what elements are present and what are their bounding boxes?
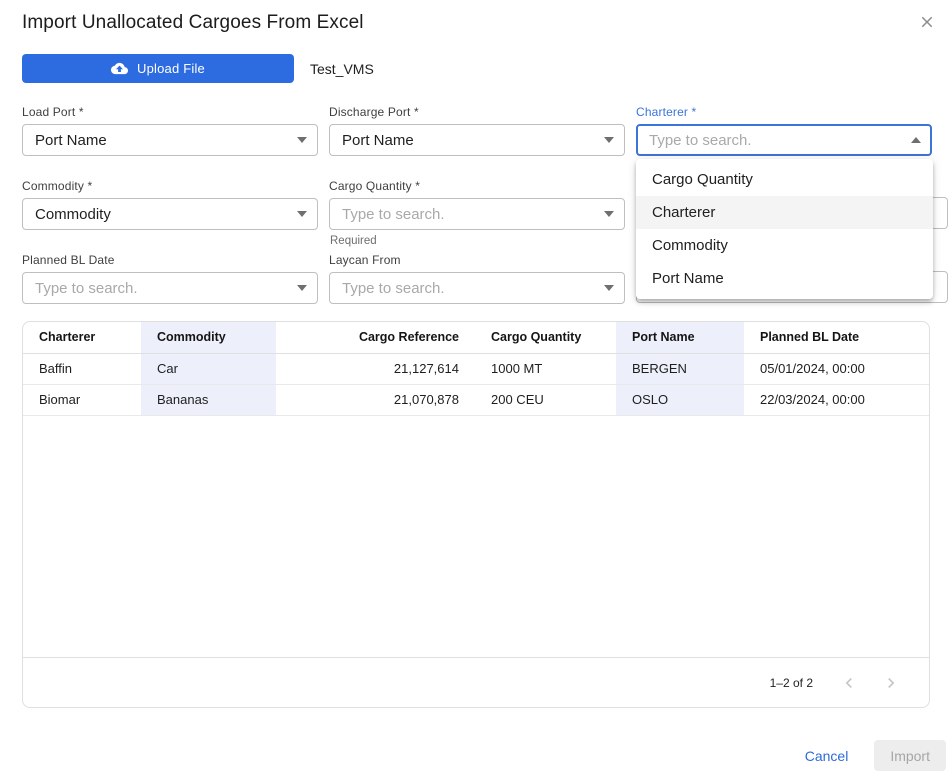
pagination-range-label: 1–2 of 2 [770, 676, 813, 690]
cell-cargo-quantity: 200 CEU [475, 384, 616, 415]
discharge-port-select[interactable] [329, 124, 625, 156]
laycan-from-label: Laycan From [329, 253, 625, 267]
previous-page-button[interactable] [835, 669, 863, 697]
chevron-down-icon[interactable] [604, 211, 614, 217]
table-row[interactable]: Biomar Bananas 21,070,878 200 CEU OSLO 2… [23, 384, 929, 415]
chevron-right-icon [881, 673, 901, 693]
chevron-up-icon[interactable] [911, 137, 921, 143]
load-port-input[interactable] [35, 132, 289, 149]
column-header-port-name[interactable]: Port Name [616, 322, 744, 353]
table-header-row: Charterer Commodity Cargo Reference Carg… [23, 322, 929, 353]
dropdown-option-port-name[interactable]: Port Name [636, 262, 933, 295]
upload-file-button-label: Upload File [137, 61, 205, 76]
commodity-label: Commodity * [22, 179, 318, 193]
dropdown-option-charterer[interactable]: Charterer [636, 196, 933, 229]
cell-charterer: Biomar [23, 384, 141, 415]
charterer-dropdown-menu: Cargo Quantity Charterer Commodity Port … [636, 159, 933, 299]
planned-bl-date-label: Planned BL Date [22, 253, 318, 267]
cell-planned-bl-date: 05/01/2024, 00:00 [744, 353, 929, 384]
cargo-quantity-input[interactable] [342, 206, 596, 223]
cell-cargo-reference: 21,127,614 [276, 353, 475, 384]
column-header-commodity[interactable]: Commodity [141, 322, 276, 353]
upload-file-button[interactable]: Upload File [22, 54, 294, 83]
laycan-from-input[interactable] [342, 280, 596, 297]
field-cargo-quantity: Cargo Quantity * Required [329, 179, 625, 230]
field-load-port: Load Port * [22, 105, 318, 156]
commodity-input[interactable] [35, 206, 289, 223]
chevron-down-icon[interactable] [604, 137, 614, 143]
dialog-header: Import Unallocated Cargoes From Excel [0, 0, 952, 35]
chevron-left-icon [839, 673, 859, 693]
cell-charterer: Baffin [23, 353, 141, 384]
load-port-select[interactable] [22, 124, 318, 156]
close-button[interactable] [916, 11, 938, 33]
column-header-cargo-reference[interactable]: Cargo Reference [276, 322, 475, 353]
upload-row: Upload File Test_VMS [22, 54, 930, 83]
planned-bl-date-select[interactable] [22, 272, 318, 304]
cell-cargo-quantity: 1000 MT [475, 353, 616, 384]
cell-commodity: Car [141, 353, 276, 384]
dropdown-option-commodity[interactable]: Commodity [636, 229, 933, 262]
table-row[interactable]: Baffin Car 21,127,614 1000 MT BERGEN 05/… [23, 353, 929, 384]
charterer-input[interactable] [649, 132, 903, 149]
uploaded-file-name: Test_VMS [310, 61, 374, 77]
cell-port-name: BERGEN [616, 353, 744, 384]
table-empty-area [23, 416, 929, 658]
cancel-button[interactable]: Cancel [789, 742, 865, 770]
cargo-table: Charterer Commodity Cargo Reference Carg… [23, 322, 929, 416]
chevron-down-icon[interactable] [604, 285, 614, 291]
laycan-from-select[interactable] [329, 272, 625, 304]
cell-port-name: OSLO [616, 384, 744, 415]
chevron-down-icon[interactable] [297, 211, 307, 217]
column-header-cargo-quantity[interactable]: Cargo Quantity [475, 322, 616, 353]
charterer-label: Charterer * [636, 105, 932, 119]
next-page-button[interactable] [877, 669, 905, 697]
dialog-footer: Cancel Import [0, 740, 952, 771]
discharge-port-input[interactable] [342, 132, 596, 149]
field-charterer: Charterer * [636, 105, 932, 156]
pagination-bar: 1–2 of 2 [23, 657, 929, 707]
column-header-charterer[interactable]: Charterer [23, 322, 141, 353]
cloud-upload-icon [111, 60, 128, 77]
cell-planned-bl-date: 22/03/2024, 00:00 [744, 384, 929, 415]
dropdown-option-cargo-quantity[interactable]: Cargo Quantity [636, 163, 933, 196]
field-laycan-from: Laycan From [329, 253, 625, 304]
cell-commodity: Bananas [141, 384, 276, 415]
required-helper-text: Required [330, 235, 377, 247]
field-planned-bl-date: Planned BL Date [22, 253, 318, 304]
load-port-label: Load Port * [22, 105, 318, 119]
chevron-down-icon[interactable] [297, 285, 307, 291]
column-header-planned-bl-date[interactable]: Planned BL Date [744, 322, 929, 353]
cell-cargo-reference: 21,070,878 [276, 384, 475, 415]
cargo-preview-table: Charterer Commodity Cargo Reference Carg… [22, 321, 930, 708]
chevron-down-icon[interactable] [297, 137, 307, 143]
commodity-select[interactable] [22, 198, 318, 230]
field-discharge-port: Discharge Port * [329, 105, 625, 156]
close-icon [918, 13, 936, 31]
charterer-select[interactable] [636, 124, 932, 156]
cargo-quantity-select[interactable] [329, 198, 625, 230]
field-commodity: Commodity * [22, 179, 318, 230]
dialog-title: Import Unallocated Cargoes From Excel [22, 11, 364, 35]
discharge-port-label: Discharge Port * [329, 105, 625, 119]
cargo-quantity-label: Cargo Quantity * [329, 179, 625, 193]
planned-bl-date-input[interactable] [35, 280, 289, 297]
import-button[interactable]: Import [874, 740, 946, 771]
